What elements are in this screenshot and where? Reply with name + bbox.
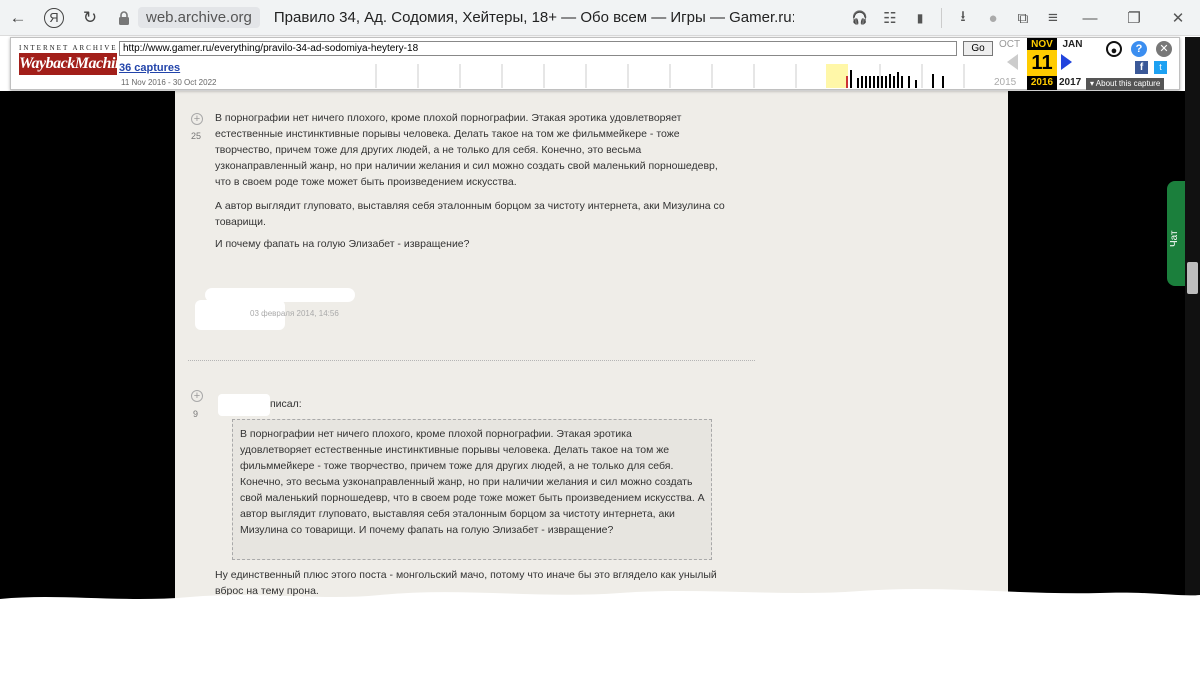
comment-divider (188, 360, 755, 361)
page-title: Правило 34, Ад. Содомия, Хейтеры, 18+ — … (273, 9, 794, 26)
close-toolbar-icon[interactable]: ✕ (1156, 41, 1172, 57)
back-arrow-icon[interactable]: ← (0, 0, 36, 36)
headphones-icon[interactable]: 🎧 (845, 0, 875, 36)
host-label[interactable]: web.archive.org (138, 7, 260, 28)
prev-year-label[interactable]: 2015 (994, 77, 1016, 88)
reader-icon[interactable]: ☷ (875, 0, 905, 36)
wayback-toolbar: INTERNET ARCHIVE WaybackMachine http://w… (10, 37, 1180, 90)
twitter-icon[interactable]: t (1154, 61, 1167, 74)
scrollbar-thumb[interactable] (1187, 262, 1198, 294)
next-capture-arrow-icon[interactable] (1061, 54, 1072, 70)
facebook-icon[interactable]: f (1135, 61, 1148, 74)
reload-icon[interactable]: ↻ (72, 0, 108, 36)
comment-text: А автор выглядит глуповато, выставляя се… (215, 200, 725, 228)
user-icon[interactable]: ● (1106, 41, 1122, 57)
quote-author-label: писал: (270, 398, 302, 410)
wayback-url-input[interactable]: http://www.gamer.ru/everything/pravilo-3… (119, 41, 957, 56)
chat-label[interactable]: Чат (1169, 230, 1180, 247)
redacted-author (218, 394, 270, 416)
current-month-label: NOV (1031, 39, 1053, 50)
redaction-overlay (0, 589, 1200, 675)
next-year-label[interactable]: 2017 (1059, 77, 1081, 88)
about-capture-button[interactable]: ▾ About this capture (1086, 78, 1165, 90)
restore-icon[interactable]: ❐ (1112, 0, 1156, 36)
plus-vote-icon[interactable]: + (191, 113, 203, 125)
next-month-label[interactable]: JAN (1057, 39, 1088, 50)
capture-sparkline[interactable] (371, 64, 991, 88)
minimize-icon[interactable]: — (1068, 0, 1112, 36)
browser-toolbar: ← Я ↻ web.archive.org Правило 34, Ад. Со… (0, 0, 1200, 36)
quote-text: В порнографии нет ничего плохого, кроме … (240, 428, 705, 536)
menu-icon[interactable]: ≡ (1038, 0, 1068, 36)
scrollbar-track[interactable] (1185, 37, 1200, 675)
address-bar[interactable]: web.archive.org (116, 6, 260, 30)
help-icon[interactable]: ? (1131, 41, 1147, 57)
current-day-label: 11 (1027, 50, 1057, 76)
bookmark-icon[interactable]: ▮ (905, 0, 935, 36)
internet-archive-label: INTERNET ARCHIVE (19, 44, 118, 52)
yandex-icon[interactable]: Я (36, 0, 72, 36)
download-icon[interactable]: ⭳ (948, 0, 978, 36)
captures-link[interactable]: 36 captures (119, 62, 180, 74)
comment-date: 03 февраля 2014, 14:56 (250, 309, 339, 318)
close-window-icon[interactable]: ✕ (1156, 0, 1200, 36)
toolbar-divider (941, 8, 942, 28)
wayback-logo[interactable]: WaybackMachine (19, 53, 130, 75)
comment-text: И почему фапать на голую Элизабет - извр… (215, 238, 470, 250)
wayback-go-button[interactable]: Go (963, 41, 993, 56)
comment-text: В порнографии нет ничего плохого, кроме … (215, 112, 718, 188)
prev-month-label[interactable]: OCT (994, 39, 1025, 50)
plus-vote-icon[interactable]: + (191, 390, 203, 402)
lock-icon (119, 10, 129, 25)
captures-date-range: 11 Nov 2016 - 30 Oct 2022 (121, 78, 217, 87)
prev-capture-arrow-icon[interactable] (1007, 54, 1018, 70)
comment-rating: 9 (193, 409, 199, 419)
comment-rating: 25 (191, 131, 202, 141)
current-month-block: NOV 11 2016 (1027, 38, 1057, 90)
collections-icon[interactable]: ⧉ (1008, 0, 1038, 36)
account-icon[interactable]: ● (978, 0, 1008, 36)
current-year-label: 2016 (1030, 77, 1054, 88)
browser-right-controls: 🎧 ☷ ▮ ⭳ ● ⧉ ≡ — ❐ ✕ (845, 0, 1200, 36)
